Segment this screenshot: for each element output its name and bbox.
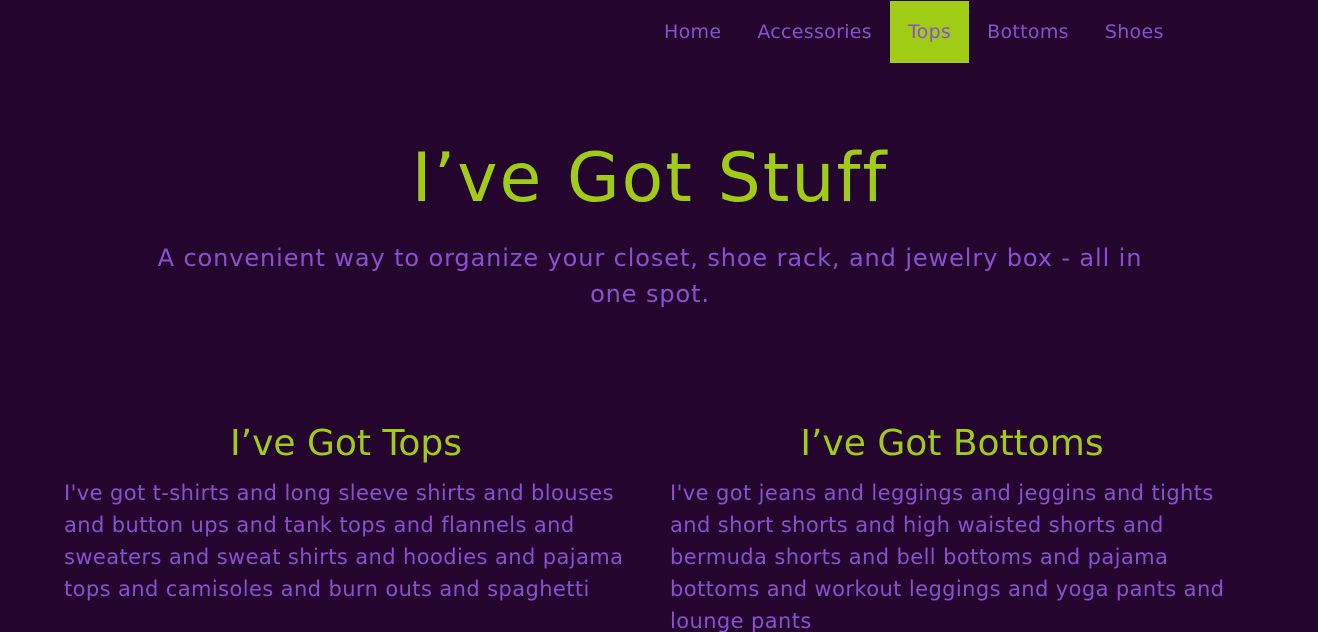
main-nav: Home Accessories Tops Bottoms Shoes [646, 1, 1182, 63]
nav-item-shoes[interactable]: Shoes [1087, 1, 1182, 63]
nav-item-accessories[interactable]: Accessories [739, 1, 890, 63]
tops-section-title: I’ve Got Tops [230, 423, 462, 464]
bottoms-section-title: I’ve Got Bottoms [800, 423, 1104, 464]
nav-item-bottoms[interactable]: Bottoms [969, 1, 1087, 63]
page-subtitle: A convenient way to organize your closet… [157, 244, 1143, 308]
tops-section-text: I've got t-shirts and long sleeve shirts… [64, 481, 624, 601]
page-title: I’ve Got Stuff [411, 139, 889, 218]
nav-item-tops[interactable]: Tops [889, 1, 970, 63]
bottoms-section-text: I've got jeans and leggings and jeggins … [670, 481, 1225, 632]
nav-item-home[interactable]: Home [646, 1, 739, 63]
